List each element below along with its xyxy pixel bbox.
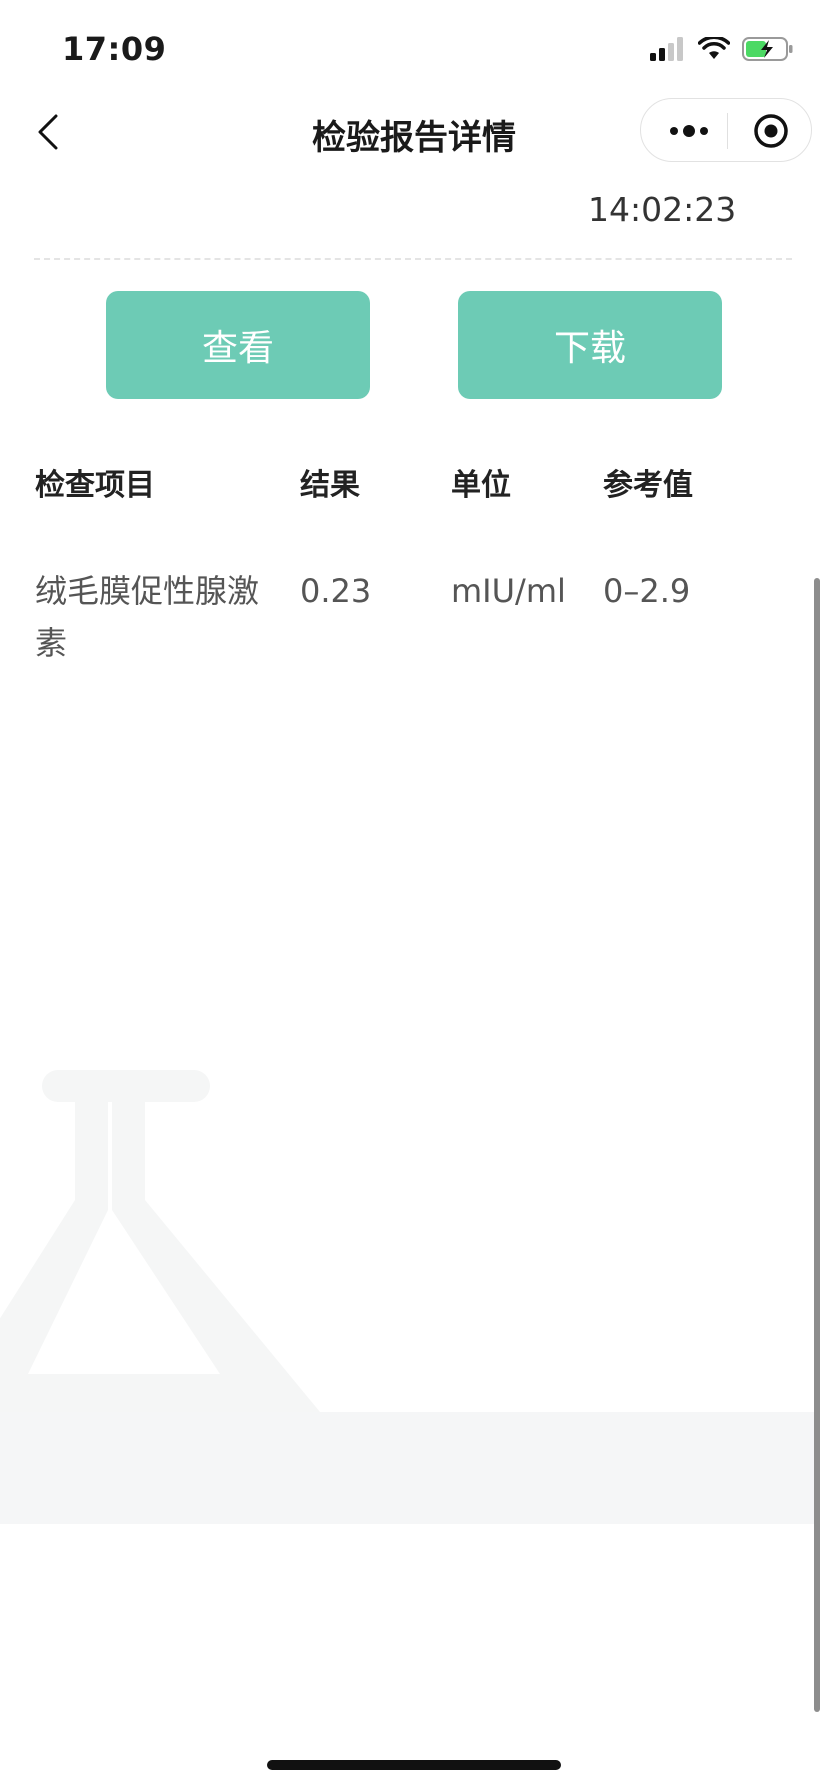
- more-dots-icon: [670, 125, 708, 137]
- report-time: 14:02:23: [588, 190, 737, 229]
- column-header-unit: 单位: [451, 468, 511, 503]
- target-circle-icon: [754, 114, 788, 148]
- dashed-divider: [34, 258, 792, 260]
- column-header-result: 结果: [300, 468, 360, 503]
- home-indicator: [267, 1760, 561, 1770]
- wifi-icon: [698, 37, 730, 59]
- cell-result: 0.23: [300, 572, 372, 610]
- cell-unit: mIU/ml: [451, 572, 566, 610]
- status-icons: [650, 34, 794, 64]
- capsule-divider: [727, 113, 728, 149]
- battery-charging-icon: [742, 37, 793, 61]
- mini-program-capsule: [640, 98, 812, 162]
- download-report-button[interactable]: 下载: [458, 291, 722, 399]
- column-header-reference: 参考值: [603, 468, 693, 503]
- cell-reference: 0–2.9: [603, 572, 691, 610]
- column-header-item: 检查项目: [35, 468, 155, 503]
- gray-footer-band: [0, 1412, 818, 1524]
- scrollbar[interactable]: [814, 578, 820, 1712]
- cell-item: 绒毛膜促性腺激素: [35, 572, 260, 662]
- flask-watermark-icon: [0, 1070, 320, 1412]
- more-button[interactable]: [666, 117, 712, 145]
- view-report-button[interactable]: 查看: [106, 291, 370, 399]
- close-mini-program-button[interactable]: [753, 113, 789, 149]
- status-time: 17:09: [62, 30, 167, 68]
- signal-icon: [650, 37, 683, 61]
